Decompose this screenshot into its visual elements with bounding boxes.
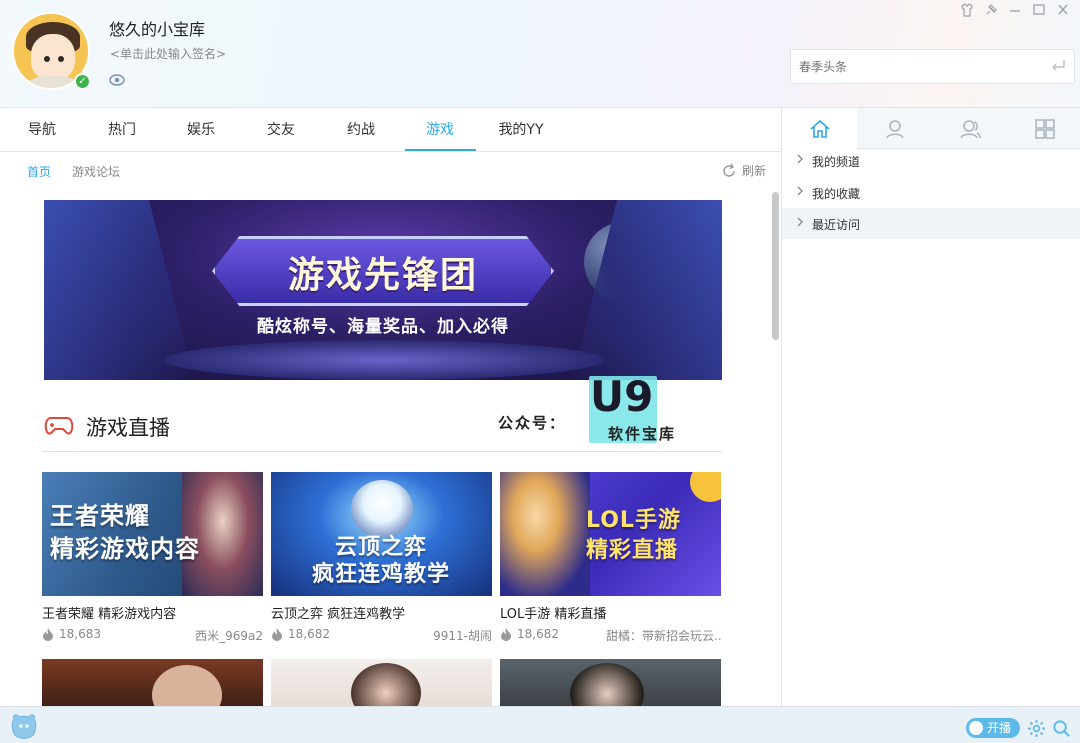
yy-client-window: ✓ 悠久的小宝库 <单击此处输入签名> 导航 热门 娱乐 交友 约战 游戏 我的… <box>0 0 1080 743</box>
viewer-count: 18,682 <box>517 627 559 641</box>
tab-nav[interactable]: 导航 <box>12 108 72 152</box>
promo-banner[interactable]: 游戏先锋团 酷炫称号、海量奖品、加入必得 <box>44 200 722 380</box>
live-card[interactable]: 王者荣耀 精彩游戏内容 王者荣耀 精彩游戏内容 18,683 西米_969a2 <box>42 472 263 652</box>
tree-label: 最近访问 <box>812 218 861 232</box>
right-panel: 我的频道 我的收藏 最近访问 <box>781 108 1080 706</box>
tree-label: 我的频道 <box>812 155 861 169</box>
thumbnail-caption: 云顶之弈 疯狂连鸡教学 <box>311 535 450 587</box>
content-scrollbar[interactable] <box>770 190 781 706</box>
tab-entertainment[interactable]: 娱乐 <box>171 108 231 152</box>
live-thumbnail[interactable]: 王者荣耀 精彩游戏内容 <box>42 472 263 596</box>
host-name[interactable]: 甜橘：带新招会玩云... <box>606 627 721 644</box>
watermark-brand: U9 <box>590 372 654 421</box>
tab-my-yy[interactable]: 我的YY <box>490 108 552 152</box>
tab-friends[interactable]: 交友 <box>251 108 311 152</box>
live-card[interactable]: LOL手游 精彩直播 LOL手游 精彩直播 18,682 甜橘：带新招会玩云..… <box>500 472 721 652</box>
apps-icon <box>1034 118 1055 139</box>
contact-icon <box>885 119 904 138</box>
close-icon[interactable] <box>1054 2 1072 18</box>
pin-icon[interactable] <box>982 2 1000 18</box>
thumbnail-caption: LOL手游 精彩直播 <box>586 508 681 563</box>
viewer-count: 18,683 <box>59 627 101 641</box>
chevron-right-icon <box>797 217 803 227</box>
tab-battle[interactable]: 约战 <box>331 108 391 152</box>
profile-header: ✓ 悠久的小宝库 <单击此处输入签名> <box>0 0 1080 108</box>
live-thumbnail[interactable]: LOL手游 精彩直播 <box>500 472 721 596</box>
search-input[interactable] <box>791 50 1041 83</box>
maximize-icon[interactable] <box>1030 2 1048 18</box>
section-title: 游戏直播 <box>86 416 170 440</box>
card-title[interactable]: LOL手游 精彩直播 <box>500 603 606 622</box>
watermark-sub: 软件宝库 <box>608 425 677 443</box>
live-thumbnail[interactable] <box>271 659 492 706</box>
game-content: 游戏先锋团 酷炫称号、海量奖品、加入必得 游戏直播 公众号： U9 软件宝库 王… <box>0 190 770 706</box>
tab-games[interactable]: 游戏 <box>410 108 470 152</box>
fire-icon <box>272 628 282 641</box>
main-nav: 导航 热门 娱乐 交友 约战 游戏 我的YY <box>0 108 781 152</box>
section-header: 游戏直播 公众号： U9 软件宝库 <box>42 372 722 452</box>
host-name[interactable]: 9911-胡闹 <box>433 627 492 644</box>
tab-home[interactable] <box>782 108 857 150</box>
refresh-icon <box>723 163 735 177</box>
tree-item-my-channels[interactable]: 我的频道 <box>782 145 1080 176</box>
go-live-button[interactable]: 开播 <box>966 718 1020 738</box>
scroll-thumb[interactable] <box>772 192 779 340</box>
banner-title: 游戏先锋团 <box>287 255 478 296</box>
refresh-label: 刷新 <box>742 164 767 178</box>
right-panel-tabs <box>782 108 1080 150</box>
live-thumbnail[interactable]: 云顶之弈 疯狂连鸡教学 <box>271 472 492 596</box>
status-bar: 开播 <box>0 706 1080 743</box>
subnav-home[interactable]: 首页 <box>27 163 51 180</box>
minimize-icon[interactable] <box>1006 2 1024 18</box>
yy-bear-icon[interactable] <box>10 713 38 739</box>
tree-item-my-favorites[interactable]: 我的收藏 <box>782 177 1080 208</box>
live-icon <box>969 721 983 735</box>
signature-field[interactable]: <单击此处输入签名> <box>110 45 226 62</box>
sub-nav: 首页 游戏论坛 刷新 <box>0 153 781 190</box>
visibility-icon[interactable] <box>109 72 125 88</box>
banner-subtitle: 酷炫称号、海量奖品、加入必得 <box>257 317 509 337</box>
live-card[interactable]: 云顶之弈 疯狂连鸡教学 云顶之弈 疯狂连鸡教学 18,682 9911-胡闹 <box>271 472 492 652</box>
fire-icon <box>501 628 511 641</box>
chevron-right-icon <box>797 154 803 164</box>
card-title[interactable]: 云顶之弈 疯狂连鸡教学 <box>271 603 405 622</box>
subnav-game-forum[interactable]: 游戏论坛 <box>72 163 120 180</box>
viewer-count: 18,682 <box>288 627 330 641</box>
thumbnail-caption: 王者荣耀 精彩游戏内容 <box>50 502 200 563</box>
search-box <box>790 49 1075 84</box>
watermark-label: 公众号： <box>498 414 567 432</box>
user-nickname: 悠久的小宝库 <box>109 20 206 39</box>
live-thumbnail[interactable] <box>500 659 721 706</box>
chevron-right-icon <box>797 186 803 196</box>
card-title[interactable]: 王者荣耀 精彩游戏内容 <box>42 603 176 622</box>
active-tab-indicator <box>405 149 476 151</box>
tab-contact[interactable] <box>857 108 932 149</box>
go-live-label: 开播 <box>987 721 1012 735</box>
host-name[interactable]: 西米_969a2 <box>195 627 263 644</box>
fire-icon <box>43 628 53 641</box>
tab-apps[interactable] <box>1007 108 1080 149</box>
skin-icon[interactable] <box>958 2 976 18</box>
online-status-icon: ✓ <box>74 73 91 90</box>
tree-item-recent-visits[interactable]: 最近访问 <box>782 208 1080 239</box>
search-icon[interactable] <box>1052 719 1071 738</box>
gear-icon[interactable] <box>1027 719 1046 738</box>
live-thumbnail[interactable] <box>42 659 263 706</box>
tab-hot[interactable]: 热门 <box>92 108 152 152</box>
home-icon <box>809 119 830 138</box>
window-controls <box>958 2 1072 18</box>
refresh-button[interactable]: 刷新 <box>721 162 766 179</box>
tab-friends-list[interactable] <box>932 108 1007 149</box>
enter-icon[interactable] <box>1050 59 1066 73</box>
tree-label: 我的收藏 <box>812 187 861 201</box>
friends-icon <box>959 119 981 138</box>
gamepad-icon <box>44 417 74 435</box>
